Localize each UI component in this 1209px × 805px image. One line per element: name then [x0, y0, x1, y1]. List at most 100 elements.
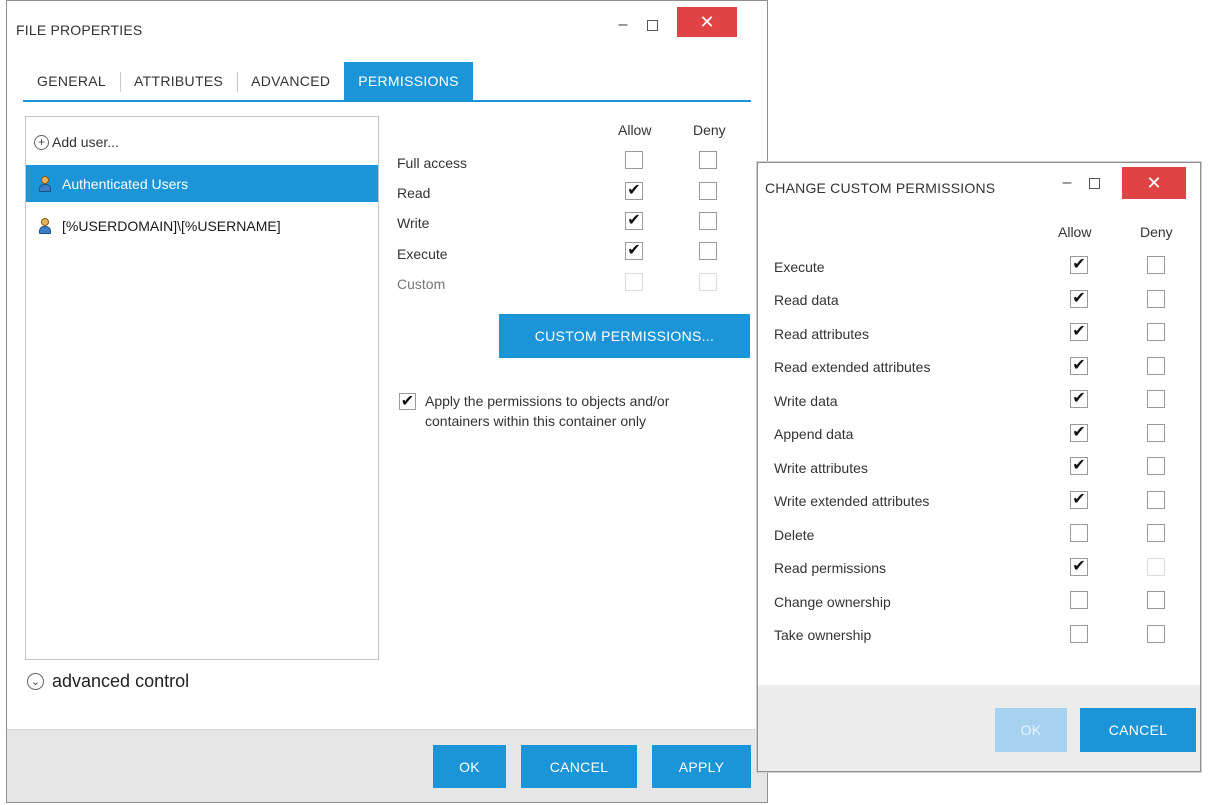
check-icon: ✔	[627, 182, 641, 199]
deny-write-checkbox[interactable]	[699, 212, 717, 230]
check-icon: ✔	[1072, 457, 1086, 474]
check-icon: ✔	[1072, 256, 1086, 273]
allow-read-checkbox[interactable]: ✔	[625, 182, 643, 200]
deny-custom-checkbox	[699, 273, 717, 291]
deny-take-ownership-checkbox[interactable]	[1147, 625, 1165, 643]
dialog-allow-column-header: Allow	[1058, 224, 1092, 240]
deny-read-attributes-checkbox[interactable]	[1147, 323, 1165, 341]
check-icon: ✔	[1072, 491, 1086, 508]
dialog-footer: OK CANCEL	[758, 685, 1200, 771]
check-icon: ✔	[1072, 290, 1086, 307]
perm-label-write-extended-attributes: Write extended attributes	[774, 493, 930, 509]
plus-circle-icon: +	[34, 134, 49, 150]
perm-label-full-access: Full access	[397, 155, 468, 171]
tab-general[interactable]: GENERAL	[23, 62, 120, 100]
check-icon: ✔	[400, 392, 415, 410]
apply-to-container-checkbox[interactable]: ✔	[399, 393, 416, 410]
advanced-control-toggle[interactable]: ⌄ advanced control	[27, 671, 189, 692]
allow-write-attributes-checkbox[interactable]: ✔	[1070, 457, 1088, 475]
check-icon: ✔	[1072, 558, 1086, 575]
apply-to-container-option: ✔ Apply the permissions to objects and/o…	[399, 391, 729, 431]
tab-attributes[interactable]: ATTRIBUTES	[120, 62, 237, 100]
minimize-button[interactable]: –	[611, 10, 635, 40]
perm-label-append-data: Append data	[774, 426, 854, 442]
perm-label-read-permissions: Read permissions	[774, 560, 887, 576]
allow-execute-checkbox[interactable]: ✔	[625, 242, 643, 260]
perm-label-execute: Execute	[774, 259, 825, 275]
perm-label-delete: Delete	[774, 527, 815, 543]
dialog-cancel-button[interactable]: CANCEL	[1080, 708, 1196, 752]
allow-read-extended-attributes-checkbox[interactable]: ✔	[1070, 357, 1088, 375]
dialog-ok-button[interactable]: OK	[995, 708, 1067, 752]
deny-read-checkbox[interactable]	[699, 182, 717, 200]
deny-write-data-checkbox[interactable]	[1147, 390, 1165, 408]
check-icon: ✔	[1072, 424, 1086, 441]
tab-permissions[interactable]: PERMISSIONS	[344, 62, 473, 100]
allow-take-ownership-checkbox[interactable]	[1070, 625, 1088, 643]
perm-label-read-extended-attributes: Read extended attributes	[774, 359, 931, 375]
deny-read-data-checkbox[interactable]	[1147, 290, 1165, 308]
allow-delete-checkbox[interactable]	[1070, 524, 1088, 542]
deny-column-header: Deny	[693, 122, 726, 138]
custom-permissions-button[interactable]: CUSTOM PERMISSIONS...	[499, 314, 750, 358]
close-button[interactable]: ✕	[677, 7, 737, 37]
user-item-authenticated-users[interactable]: Authenticated Users	[26, 165, 378, 202]
deny-read-extended-attributes-checkbox[interactable]	[1147, 357, 1165, 375]
perm-label-take-ownership: Take ownership	[774, 627, 872, 643]
allow-full-access-checkbox[interactable]	[625, 151, 643, 169]
allow-read-permissions-checkbox[interactable]: ✔	[1070, 558, 1088, 576]
cancel-button[interactable]: CANCEL	[521, 745, 637, 788]
allow-change-ownership-checkbox[interactable]	[1070, 591, 1088, 609]
apply-to-container-label: Apply the permissions to objects and/or …	[425, 393, 670, 429]
deny-change-ownership-checkbox[interactable]	[1147, 591, 1165, 609]
deny-append-data-checkbox[interactable]	[1147, 424, 1165, 442]
add-user-button[interactable]: + Add user...	[34, 131, 119, 153]
perm-label-write: Write	[397, 215, 430, 231]
check-icon: ✔	[627, 242, 641, 259]
maximize-icon	[1088, 177, 1100, 189]
check-icon: ✔	[1072, 390, 1086, 407]
allow-write-checkbox[interactable]: ✔	[625, 212, 643, 230]
allow-read-attributes-checkbox[interactable]: ✔	[1070, 323, 1088, 341]
perm-label-execute: Execute	[397, 246, 448, 262]
change-custom-permissions-dialog: CHANGE CUSTOM PERMISSIONS – ✕ Allow Deny…	[757, 162, 1201, 772]
maximize-button[interactable]	[640, 10, 664, 40]
tab-advanced[interactable]: ADVANCED	[237, 62, 344, 100]
deny-delete-checkbox[interactable]	[1147, 524, 1165, 542]
ok-button[interactable]: OK	[433, 745, 506, 788]
user-icon	[38, 217, 52, 234]
dialog-maximize-button[interactable]	[1083, 168, 1105, 198]
dialog-title: CHANGE CUSTOM PERMISSIONS	[765, 180, 996, 196]
user-item-current-user[interactable]: [%USERDOMAIN]\[%USERNAME]	[26, 207, 378, 244]
check-icon: ✔	[627, 212, 641, 229]
deny-execute-checkbox[interactable]	[699, 242, 717, 260]
allow-write-data-checkbox[interactable]: ✔	[1070, 390, 1088, 408]
dialog-close-button[interactable]: ✕	[1122, 167, 1186, 199]
deny-write-extended-attributes-checkbox[interactable]	[1147, 491, 1165, 509]
main-footer: OK CANCEL APPLY	[7, 729, 767, 802]
deny-full-access-checkbox[interactable]	[699, 151, 717, 169]
perm-label-write-attributes: Write attributes	[774, 460, 868, 476]
user-list[interactable]: + Add user... Authenticated Users [%USER…	[25, 116, 379, 660]
deny-write-attributes-checkbox[interactable]	[1147, 457, 1165, 475]
close-icon: ✕	[1146, 172, 1162, 193]
dialog-minimize-button[interactable]: –	[1056, 168, 1078, 198]
deny-execute-checkbox[interactable]	[1147, 256, 1165, 274]
add-user-label: Add user...	[52, 134, 119, 150]
user-icon	[38, 175, 52, 192]
perm-label-write-data: Write data	[774, 393, 838, 409]
allow-read-data-checkbox[interactable]: ✔	[1070, 290, 1088, 308]
tab-bar: GENERAL ATTRIBUTES ADVANCED PERMISSIONS	[23, 62, 751, 102]
allow-custom-checkbox	[625, 273, 643, 291]
allow-execute-checkbox[interactable]: ✔	[1070, 256, 1088, 274]
dialog-deny-column-header: Deny	[1140, 224, 1173, 240]
advanced-control-label: advanced control	[52, 671, 190, 691]
allow-append-data-checkbox[interactable]: ✔	[1070, 424, 1088, 442]
maximize-icon	[646, 19, 658, 31]
close-icon: ✕	[699, 11, 715, 32]
apply-button[interactable]: APPLY	[652, 745, 751, 788]
minimize-icon: –	[618, 16, 628, 33]
check-icon: ✔	[1072, 357, 1086, 374]
perm-label-change-ownership: Change ownership	[774, 594, 891, 610]
allow-write-extended-attributes-checkbox[interactable]: ✔	[1070, 491, 1088, 509]
